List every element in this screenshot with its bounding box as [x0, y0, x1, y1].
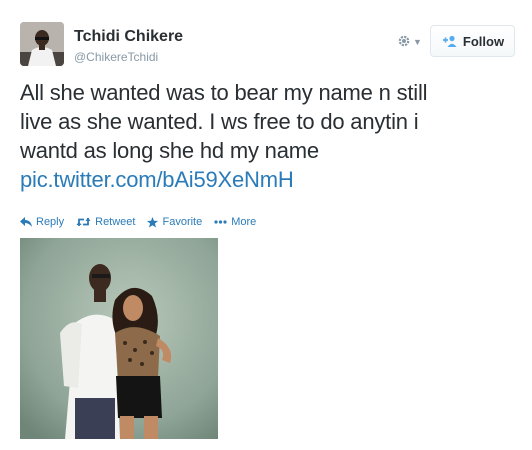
settings-dropdown[interactable]: ▼ [397, 33, 425, 51]
tweet-photo-image [20, 238, 218, 439]
more-dots-icon [214, 220, 227, 224]
more-label: More [231, 216, 257, 228]
retweet-label: Retweet [95, 216, 136, 228]
tweet-text-line: wantd as long she hd my name [20, 138, 319, 163]
more-button[interactable]: More [214, 216, 256, 228]
tweet-card: Tchidi Chikere @ChikereTchidi ▼ Follow A… [0, 0, 532, 450]
tweet-text: All she wanted was to bear my name n sti… [20, 78, 520, 194]
reply-icon [20, 217, 32, 227]
follow-button[interactable]: Follow [430, 25, 515, 57]
gear-icon [397, 34, 411, 51]
follow-label: Follow [462, 33, 505, 49]
author-fullname[interactable]: Tchidi Chikere [74, 28, 183, 46]
chevron-down-icon: ▼ [413, 37, 422, 47]
retweet-icon [76, 217, 91, 227]
author-avatar[interactable] [20, 22, 64, 66]
tweet-photo[interactable] [20, 238, 218, 439]
reply-button[interactable]: Reply [20, 216, 64, 228]
tweet-text-line: live as she wanted. I ws free to do anyt… [20, 109, 419, 134]
tweet-actions: Reply Retweet Favorite More [20, 214, 268, 230]
add-user-icon [441, 35, 457, 47]
favorite-button[interactable]: Favorite [147, 216, 202, 228]
tweet-media-link[interactable]: pic.twitter.com/bAi59XeNmH [20, 165, 520, 194]
avatar-image [20, 22, 64, 66]
star-icon [147, 216, 159, 228]
tweet-text-line: All she wanted was to bear my name n sti… [20, 80, 428, 105]
retweet-button[interactable]: Retweet [76, 216, 135, 228]
author-username[interactable]: @ChikereTchidi [74, 50, 158, 64]
reply-label: Reply [36, 216, 65, 228]
favorite-label: Favorite [162, 216, 203, 228]
